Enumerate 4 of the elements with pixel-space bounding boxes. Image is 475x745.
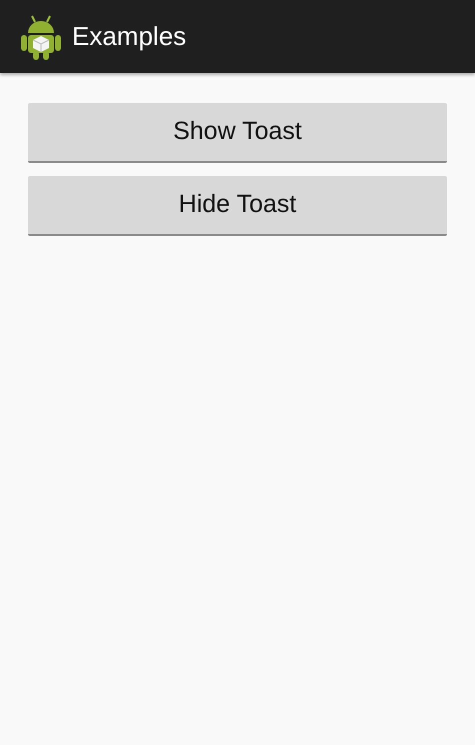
action-button[interactable]: Show Toast bbox=[28, 103, 447, 163]
app-title: Examples bbox=[72, 20, 186, 53]
action-button[interactable]: Hide Toast bbox=[28, 176, 447, 236]
android-robot-icon bbox=[20, 12, 62, 60]
